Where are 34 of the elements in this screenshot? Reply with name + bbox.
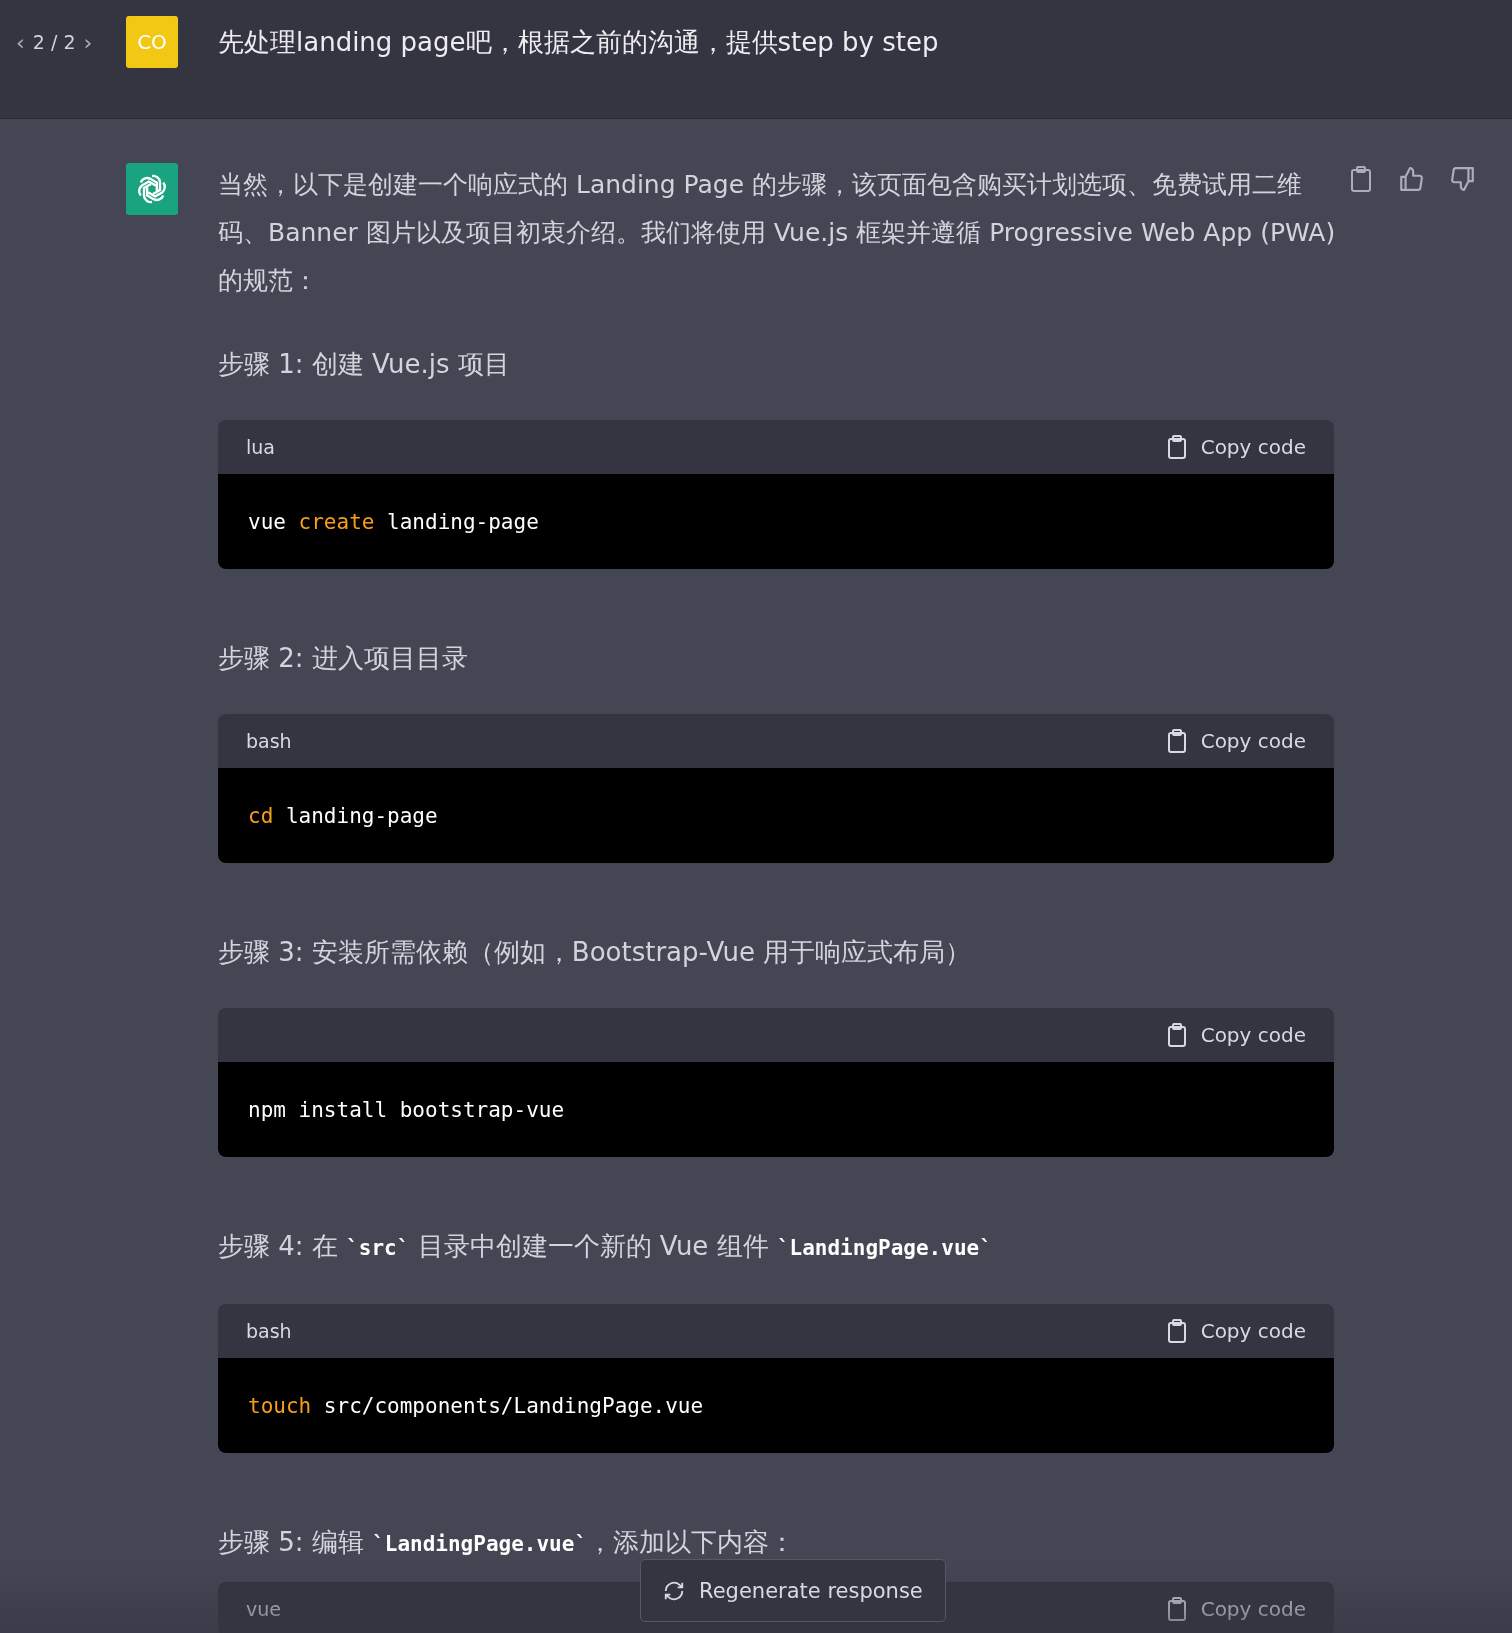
code-block: npm install bootstrap-vue xyxy=(218,1062,1334,1157)
regenerate-button[interactable]: Regenerate response xyxy=(640,1559,946,1622)
step-heading: 步骤 5: 编辑 `LandingPage.vue`，添加以下内容： xyxy=(218,1526,797,1559)
clipboard-icon xyxy=(1166,435,1187,459)
clipboard-icon xyxy=(1166,1023,1187,1047)
copy-code-button[interactable]: Copy code xyxy=(1166,435,1306,459)
copy-code-button[interactable]: Copy code xyxy=(1166,1319,1306,1343)
copy-code-button[interactable]: Copy code xyxy=(1166,1023,1306,1047)
clipboard-icon xyxy=(1166,1319,1187,1343)
code-language: bash xyxy=(246,730,292,752)
code-language: lua xyxy=(246,436,275,458)
next-button[interactable]: › xyxy=(83,29,93,55)
thumbs-down-icon[interactable] xyxy=(1450,166,1476,192)
code-language: bash xyxy=(246,1320,292,1342)
clipboard-icon[interactable] xyxy=(1350,166,1372,192)
clipboard-icon xyxy=(1166,729,1187,753)
code-block: cd landing-page xyxy=(218,768,1334,863)
thumbs-up-icon[interactable] xyxy=(1398,166,1424,192)
refresh-icon xyxy=(663,1579,685,1602)
code-language: vue xyxy=(246,1598,281,1620)
previous-button[interactable]: ‹ xyxy=(16,29,25,55)
user-message: 先处理landing page吧，根据之前的沟通，提供step by step xyxy=(218,26,939,59)
code-block: vue create landing-page xyxy=(218,474,1334,569)
clipboard-icon xyxy=(1166,1597,1187,1621)
page-counter: 2 / 2 xyxy=(32,31,76,53)
step-heading: 步骤 3: 安装所需依赖（例如，Bootstrap-Vue 用于响应式布局） xyxy=(218,936,973,969)
step-heading: 步骤 2: 进入项目目录 xyxy=(218,642,469,675)
step-heading: 步骤 1: 创建 Vue.js 项目 xyxy=(218,348,511,381)
code-block: touch src/components/LandingPage.vue xyxy=(218,1358,1334,1453)
copy-code-button[interactable]: Copy code xyxy=(1166,1597,1306,1621)
user-avatar: CO xyxy=(126,16,178,68)
step-heading: 步骤 4: 在 `src` 目录中创建一个新的 Vue 组件 `LandingPage.vue` xyxy=(218,1230,993,1263)
copy-code-button[interactable]: Copy code xyxy=(1166,729,1306,753)
assistant-message: 当然，以下是创建一个响应式的 Landing Page 的步骤，该页面包含购买计划选项、免费试用二维码、Banner 图片以及项目初衷介绍。我们将使用 Vue.js 框架并遵循 Progressive Web App (PWA) 的规范： xyxy=(218,169,1337,297)
